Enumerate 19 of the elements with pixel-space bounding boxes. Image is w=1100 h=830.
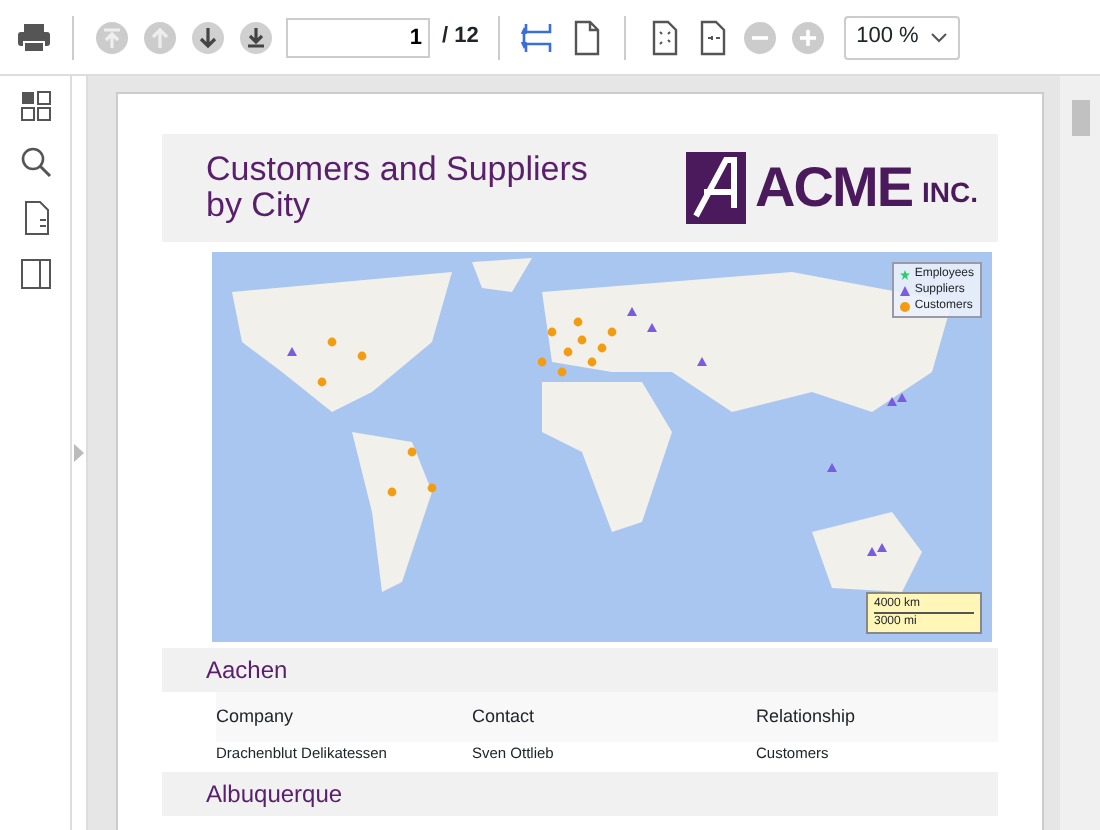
page-total: / 12 <box>442 22 479 53</box>
fit-width-icon[interactable] <box>520 19 557 55</box>
page-number-field[interactable]: 1 <box>286 17 430 57</box>
printer-icon[interactable] <box>16 19 52 55</box>
report-title: Customers and Suppliers by City <box>206 152 588 224</box>
logo: ACME INC. <box>685 146 978 230</box>
column-header: Contact <box>472 692 756 742</box>
arrow-down-icon[interactable] <box>190 19 226 55</box>
search-icon[interactable] <box>17 144 53 180</box>
last-page-icon[interactable] <box>238 19 274 55</box>
zoom-select[interactable]: 100 % <box>844 15 961 59</box>
side-panel-icon[interactable] <box>17 256 53 292</box>
caret-icon <box>930 31 949 43</box>
city-heading: Albuquerque <box>162 772 998 816</box>
scrollbar-thumb[interactable] <box>1071 100 1089 136</box>
column-header: Relationship <box>756 692 998 742</box>
city-heading: Aachen <box>162 648 998 692</box>
column-header: Company <box>216 692 472 742</box>
thumbnails-icon[interactable] <box>17 88 53 124</box>
